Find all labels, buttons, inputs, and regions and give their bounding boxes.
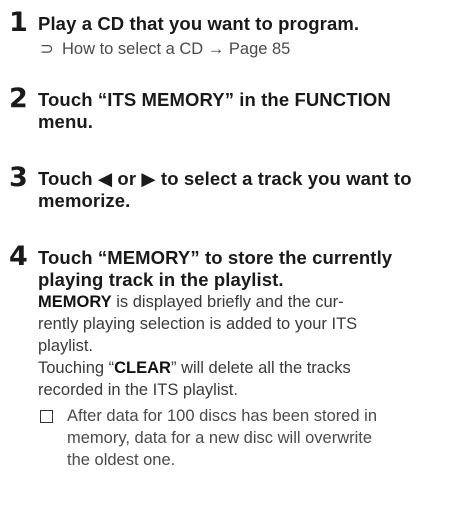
- reference-arrow-icon: ⊃: [40, 40, 54, 58]
- note-line: the oldest one.: [67, 451, 176, 469]
- body-line: MEMORY is displayed briefly and the cur-: [38, 293, 344, 311]
- step-heading: Touch ◀ or ▶ to select a track you want …: [38, 168, 456, 212]
- body-line: playlist.: [38, 337, 94, 355]
- note-line: After data for 100 discs has been stored…: [67, 407, 378, 425]
- bold-term: MEMORY: [38, 293, 112, 311]
- note-checkbox-icon: [40, 410, 53, 423]
- body-line: recorded in the ITS playlist.: [38, 381, 238, 399]
- step-body-paragraph: MEMORY is displayed briefly and the cur-…: [38, 291, 456, 401]
- heading-line: menu.: [38, 111, 93, 132]
- note-text: After data for 100 discs has been stored…: [67, 405, 457, 471]
- body-line: rently playing selection is added to you…: [38, 315, 358, 333]
- step-heading: Touch “MEMORY” to store the currently pl…: [38, 247, 456, 291]
- step-heading: Play a CD that you want to program.: [38, 13, 360, 34]
- step-number: 3: [9, 162, 28, 193]
- heading-line: Touch “ITS MEMORY” in the FUNCTION: [38, 89, 391, 110]
- cross-reference: ⊃ How to select a CD → Page 85: [40, 38, 290, 60]
- step-number: 4: [9, 241, 28, 272]
- step-heading: Touch “ITS MEMORY” in the FUNCTION menu.: [38, 89, 456, 133]
- heading-line: memorize.: [38, 190, 131, 211]
- step-number: 2: [9, 83, 28, 114]
- body-line: Touching “CLEAR” will delete all the tra…: [38, 359, 351, 377]
- cross-reference-text: How to select a CD → Page 85: [62, 40, 291, 58]
- step-number: 1: [9, 7, 28, 38]
- bold-term: CLEAR: [114, 359, 171, 377]
- heading-line: playing track in the playlist.: [38, 269, 284, 290]
- heading-line: Touch ◀ or ▶ to select a track you want …: [38, 168, 412, 189]
- note-line: memory, data for a new disc will overwri…: [67, 429, 373, 447]
- heading-line: Touch “MEMORY” to store the currently: [38, 247, 393, 268]
